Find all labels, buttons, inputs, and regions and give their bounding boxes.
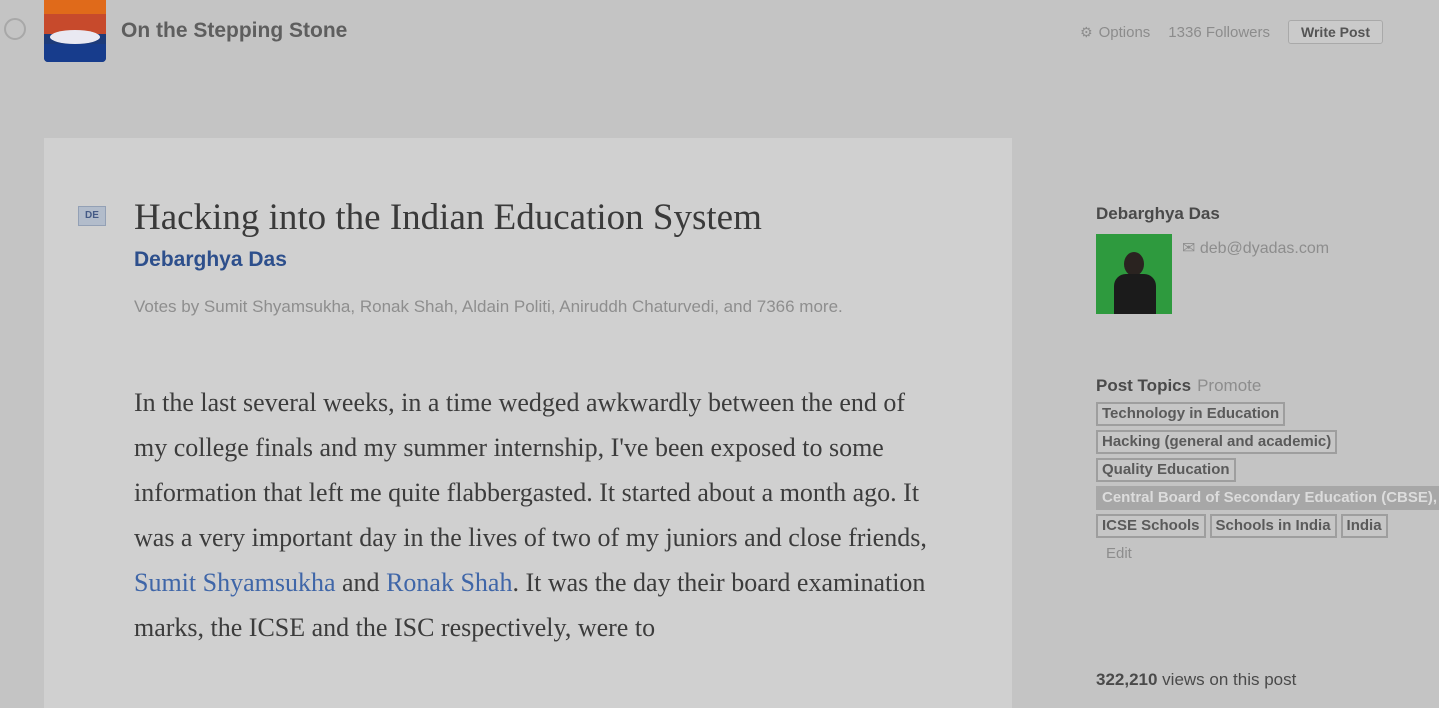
- options-menu[interactable]: ⚙ Options: [1080, 24, 1150, 41]
- mail-icon: ✉: [1182, 240, 1196, 257]
- votes-summary[interactable]: Votes by Sumit Shyamsukha, Ronak Shah, A…: [134, 293, 904, 321]
- promote-link[interactable]: Promote: [1197, 376, 1261, 395]
- post-card: DE Hacking into the Indian Education Sys…: [44, 138, 1012, 708]
- topic-tag[interactable]: Schools in India: [1209, 514, 1337, 538]
- body-text: and: [335, 568, 387, 597]
- blog-logo[interactable]: [44, 0, 106, 62]
- views-number: 322,210: [1096, 670, 1158, 689]
- topic-tag[interactable]: ICSE Schools: [1096, 514, 1206, 538]
- sidebar: Debarghya Das ✉ deb@dyadas.com Post Topi…: [1096, 204, 1439, 689]
- topic-tag[interactable]: India: [1340, 514, 1388, 538]
- post-topics: Post Topics Promote Technology in Educati…: [1096, 376, 1439, 566]
- post-body: In the last several weeks, in a time wed…: [134, 380, 934, 650]
- blog-header: On the Stepping Stone ⚙ Options 1336 Fol…: [0, 0, 1439, 62]
- views-count: 322,210 views on this post: [1096, 670, 1296, 690]
- back-button[interactable]: [4, 18, 26, 40]
- body-text: In the last several weeks, in a time wed…: [134, 388, 927, 552]
- header-actions: ⚙ Options 1336 Followers Write Post: [1080, 20, 1383, 44]
- author-email[interactable]: ✉ deb@dyadas.com: [1182, 238, 1329, 258]
- user-link-ronak[interactable]: Ronak Shah: [386, 568, 512, 597]
- post-title[interactable]: Hacking into the Indian Education System: [134, 196, 762, 239]
- views-suffix: views on this post: [1157, 670, 1297, 689]
- write-post-button[interactable]: Write Post: [1288, 20, 1383, 44]
- options-label: Options: [1098, 23, 1151, 41]
- user-link-sumit[interactable]: Sumit Shyamsukha: [134, 568, 336, 597]
- post-type-icon: DE: [78, 206, 106, 226]
- topics-heading: Post Topics Promote: [1096, 376, 1396, 396]
- topics-label: Post Topics: [1096, 376, 1192, 395]
- followers-count[interactable]: 1336 Followers: [1168, 24, 1270, 41]
- topic-tag[interactable]: Quality Education: [1096, 458, 1236, 482]
- post-paragraph: In the last several weeks, in a time wed…: [134, 380, 934, 650]
- avatar[interactable]: [1096, 234, 1172, 314]
- topic-tag[interactable]: Hacking (general and academic): [1096, 430, 1338, 454]
- topic-tag[interactable]: Technology in Education: [1096, 402, 1286, 426]
- gear-icon: ⚙: [1080, 23, 1093, 40]
- topic-tags: Technology in Education Hacking (general…: [1096, 402, 1439, 566]
- post-author-link[interactable]: Debarghya Das: [134, 248, 287, 272]
- edit-topics-link[interactable]: Edit: [1106, 542, 1132, 566]
- email-text: deb@dyadas.com: [1199, 240, 1330, 257]
- blog-title[interactable]: On the Stepping Stone: [121, 19, 347, 43]
- sidebar-author-name[interactable]: Debarghya Das: [1096, 204, 1396, 224]
- topic-tag[interactable]: Central Board of Secondary Education (CB…: [1096, 486, 1439, 510]
